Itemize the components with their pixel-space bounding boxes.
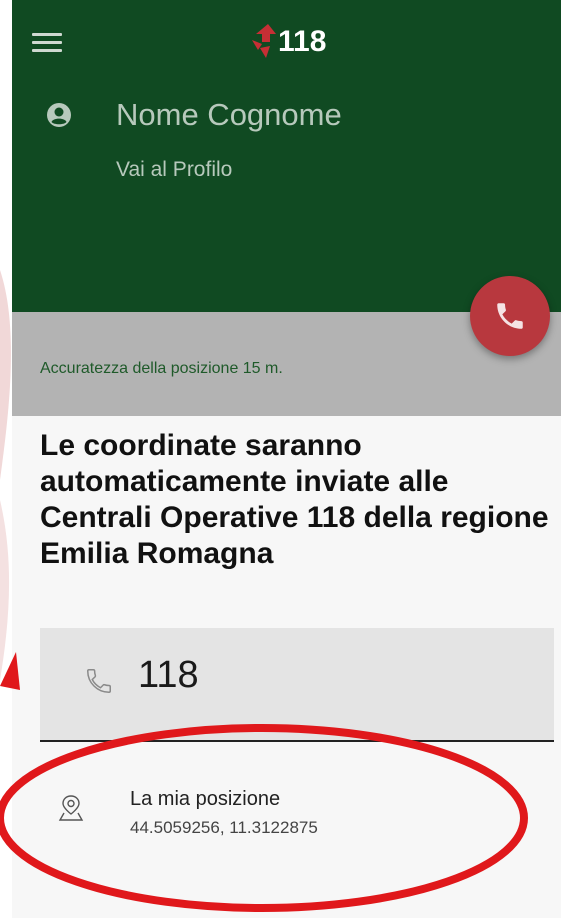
logo-text: 118	[278, 25, 327, 58]
call-button[interactable]	[470, 276, 550, 356]
logo-mark-icon	[252, 24, 276, 58]
app-logo: 118	[250, 22, 326, 62]
hamburger-menu-icon[interactable]	[32, 30, 64, 54]
account-circle-icon	[47, 103, 71, 127]
app-screen: 118 Nome Cognome Vai al Profilo Accurate…	[12, 0, 561, 918]
position-coordinates: 44.5059256, 11.3122875	[130, 818, 318, 837]
position-accuracy-text: Accuratezza della posizione 15 m.	[40, 360, 283, 377]
user-info: Nome Cognome	[46, 97, 342, 133]
phone-number-input[interactable]: 118	[40, 628, 554, 742]
phone-outline-icon	[86, 669, 111, 694]
phone-number-value: 118	[138, 654, 199, 696]
phone-icon	[497, 303, 523, 329]
user-name: Nome Cognome	[116, 97, 342, 132]
position-title: La mia posizione	[130, 788, 281, 810]
app-header: 118 Nome Cognome Vai al Profilo	[12, 0, 561, 312]
info-message: Le coordinate saranno automaticamente in…	[40, 429, 549, 570]
my-position-item[interactable]: La mia posizione 44.5059256, 11.3122875	[40, 770, 554, 860]
profile-link[interactable]: Vai al Profilo	[116, 158, 232, 182]
map-pin-icon	[58, 795, 84, 821]
